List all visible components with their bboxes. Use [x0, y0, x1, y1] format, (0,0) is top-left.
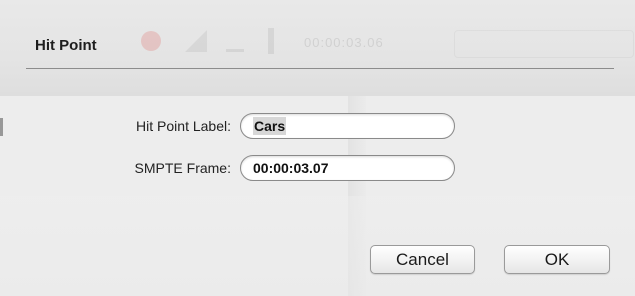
background-search-pane: [454, 30, 634, 58]
smpte-frame-input[interactable]: 00:00:03.07: [240, 155, 455, 181]
hit-point-label-value: Cars: [253, 117, 287, 135]
hit-point-label-input[interactable]: Cars: [240, 113, 455, 139]
background-edge-mark: [0, 118, 3, 136]
dialog-title: Hit Point: [35, 37, 97, 54]
volume-ramp-icon: [185, 30, 207, 52]
hit-point-label-caption: Hit Point Label:: [136, 118, 231, 134]
record-icon: [141, 31, 161, 51]
ok-button[interactable]: OK: [504, 245, 610, 274]
smpte-frame-value: 00:00:03.07: [253, 160, 329, 176]
background-timecode: 00:00:03.06: [304, 35, 384, 50]
playhead-icon: [268, 28, 274, 54]
cancel-button[interactable]: Cancel: [370, 245, 475, 274]
download-icon: [226, 30, 244, 52]
smpte-frame-caption: SMPTE Frame:: [134, 160, 231, 176]
title-divider: [26, 68, 614, 69]
